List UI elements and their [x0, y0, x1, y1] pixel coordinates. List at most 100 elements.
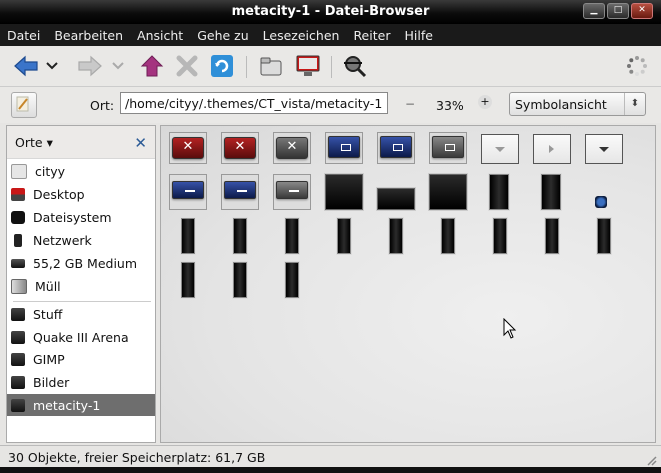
sidebar-item-label: 55,2 GB Medium	[33, 255, 138, 271]
menu-bearbeiten[interactable]: Bearbeiten	[47, 28, 130, 43]
edit-icon	[16, 96, 29, 112]
file-thumbnail[interactable]	[441, 218, 455, 254]
sidebar-item-desktop[interactable]: Desktop	[7, 183, 155, 205]
mouse-cursor-icon	[503, 317, 519, 340]
sidebar-item-label: Bilder	[33, 374, 70, 390]
resize-grip-icon[interactable]	[645, 454, 657, 466]
sidebar-item-label: cityy	[35, 163, 66, 179]
file-thumbnail[interactable]	[545, 218, 559, 254]
file-thumbnail[interactable]	[285, 218, 299, 254]
stop-button[interactable]	[173, 52, 201, 80]
file-thumbnail[interactable]	[389, 218, 403, 254]
file-thumbnail[interactable]	[541, 174, 561, 210]
sidebar-type-select[interactable]: Orte ▾	[15, 135, 53, 150]
sidebar-bookmark-stuff[interactable]: Stuff	[7, 303, 155, 325]
toggle-location-button[interactable]	[11, 92, 37, 118]
menu-bar: Datei Bearbeiten Ansicht Gehe zu Lesezei…	[0, 24, 661, 46]
menu-ansicht[interactable]: Ansicht	[130, 28, 190, 43]
reload-button[interactable]	[208, 52, 236, 80]
sidebar: Orte ▾ ✕ cityy Desktop Dateisystem Netzw…	[6, 125, 156, 443]
file-thumbnail[interactable]	[533, 134, 571, 164]
sidebar-item-cityy[interactable]: cityy	[7, 160, 155, 182]
location-label: Ort:	[90, 98, 115, 113]
sidebar-item-network[interactable]: Netzwerk	[7, 229, 155, 251]
file-thumbnail[interactable]	[585, 134, 623, 164]
file-thumbnail[interactable]	[169, 174, 207, 210]
sidebar-bookmark-bilder[interactable]: Bilder	[7, 371, 155, 393]
zoom-out-button[interactable]: −	[405, 97, 415, 111]
back-history-button[interactable]	[44, 52, 60, 80]
computer-icon	[296, 55, 320, 76]
sidebar-item-label: Netzwerk	[33, 232, 92, 248]
minimize-button[interactable]: ▁	[583, 3, 605, 19]
file-thumbnail[interactable]: ✕	[221, 132, 259, 164]
status-text: 30 Objekte, freier Speicherplatz: 61,7 G…	[8, 450, 266, 465]
file-thumbnail[interactable]	[429, 132, 467, 164]
up-button[interactable]	[138, 52, 166, 80]
folder-icon	[11, 352, 25, 366]
folder-icon	[11, 330, 25, 344]
file-thumbnail[interactable]	[285, 262, 299, 298]
file-thumbnail[interactable]	[337, 218, 351, 254]
menu-lesezeichen[interactable]: Lesezeichen	[256, 28, 347, 43]
file-thumbnail[interactable]	[481, 134, 519, 164]
file-thumbnail[interactable]	[181, 218, 195, 254]
toolbar-separator	[246, 56, 247, 78]
sidebar-item-label: Stuff	[33, 306, 63, 322]
sidebar-header: Orte ▾ ✕	[7, 126, 155, 159]
forward-button[interactable]	[76, 52, 104, 80]
location-input[interactable]: /home/cityy/.themes/CT_vista/metacity-1	[120, 92, 388, 114]
spinner-icon	[627, 56, 647, 76]
file-thumbnail[interactable]	[377, 188, 415, 210]
computer-button[interactable]	[294, 52, 322, 80]
file-thumbnail[interactable]	[429, 174, 467, 210]
file-thumbnail[interactable]	[325, 174, 363, 210]
back-dropdown-icon	[46, 62, 58, 70]
back-button[interactable]	[12, 52, 40, 80]
forward-dropdown-icon	[112, 62, 124, 70]
menu-hilfe[interactable]: Hilfe	[397, 28, 439, 43]
home-folder-icon	[11, 163, 27, 179]
file-thumbnail[interactable]	[181, 262, 195, 298]
status-bar: 30 Objekte, freier Speicherplatz: 61,7 G…	[0, 445, 661, 468]
search-button[interactable]	[341, 52, 369, 80]
file-thumbnail[interactable]	[233, 218, 247, 254]
zoom-in-button[interactable]: +	[478, 95, 492, 109]
file-thumbnail[interactable]	[221, 174, 259, 210]
sidebar-item-medium[interactable]: 55,2 GB Medium	[7, 252, 155, 274]
toolbar	[0, 46, 661, 87]
sidebar-bookmark-gimp[interactable]: GIMP	[7, 348, 155, 370]
sidebar-divider	[13, 301, 151, 302]
sidebar-item-label: metacity-1	[33, 397, 101, 413]
maximize-button[interactable]: □	[607, 3, 629, 19]
file-icon-view[interactable]: ✕ ✕ ✕	[160, 125, 656, 443]
sidebar-bookmark-metacity[interactable]: metacity-1	[7, 394, 155, 416]
forward-history-button[interactable]	[110, 52, 126, 80]
location-bar: Ort: /home/cityy/.themes/CT_vista/metaci…	[0, 87, 661, 123]
file-thumbnail[interactable]: ✕	[273, 132, 311, 164]
file-thumbnail[interactable]	[325, 132, 363, 164]
file-thumbnail[interactable]	[273, 174, 311, 210]
file-thumbnail[interactable]	[595, 196, 607, 208]
toolbar-separator	[331, 56, 332, 78]
file-browser-window: metacity-1 - Datei-Browser ▁ □ ✕ Datei B…	[0, 0, 661, 473]
view-mode-select[interactable]: Symbolansicht ⬍	[509, 92, 646, 116]
menu-datei[interactable]: Datei	[0, 28, 47, 43]
file-thumbnail[interactable]: ✕	[169, 132, 207, 164]
file-thumbnail[interactable]	[493, 218, 507, 254]
sidebar-bookmark-quake[interactable]: Quake III Arena	[7, 326, 155, 348]
menu-gehe-zu[interactable]: Gehe zu	[190, 28, 255, 43]
select-arrows-icon: ⬍	[624, 93, 645, 115]
file-thumbnail[interactable]	[233, 262, 247, 298]
file-thumbnail[interactable]	[377, 132, 415, 164]
close-sidebar-button[interactable]: ✕	[134, 134, 147, 152]
sidebar-item-filesystem[interactable]: Dateisystem	[7, 206, 155, 228]
home-button[interactable]	[257, 52, 285, 80]
sidebar-item-trash[interactable]: Müll	[7, 275, 155, 297]
title-bar[interactable]: metacity-1 - Datei-Browser ▁ □ ✕	[0, 0, 661, 24]
menu-reiter[interactable]: Reiter	[346, 28, 397, 43]
file-thumbnail[interactable]	[489, 174, 509, 210]
sidebar-item-label: GIMP	[33, 351, 65, 367]
close-button[interactable]: ✕	[631, 3, 653, 19]
file-thumbnail[interactable]	[597, 218, 611, 254]
